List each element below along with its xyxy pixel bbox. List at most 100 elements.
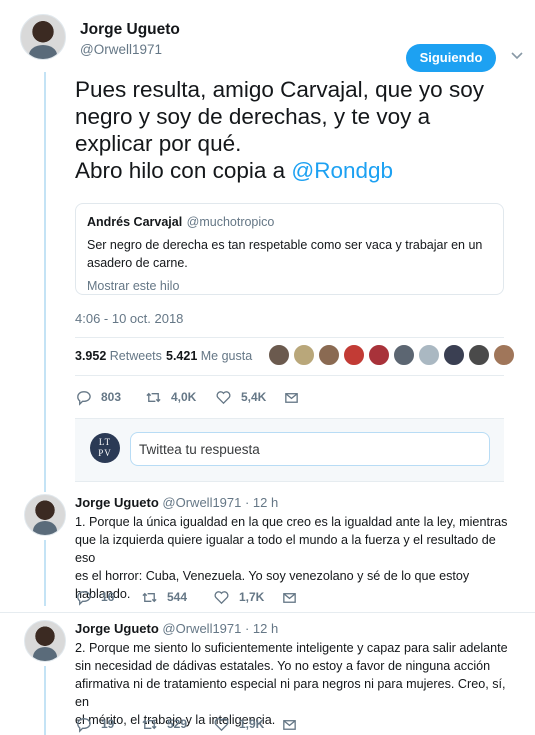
retweet-icon [146,392,161,402]
divider [75,337,504,338]
thread-tweet-line: sin necesidad de dádivas estatales. Yo n… [75,659,491,673]
author-name[interactable]: Jorge Ugueto [75,495,159,510]
retweets-label: Retweets [109,349,162,363]
reply-icon [77,590,91,606]
quoted-author-handle: @muchotropico [186,215,275,229]
reply-count: 803 [101,390,122,404]
author-name[interactable]: Jorge Ugueto [75,621,159,636]
likes-count: 5.421 [166,349,198,363]
liker-avatar[interactable] [443,344,465,366]
envelope-icon [283,719,296,730]
quoted-tweet-header: Andrés Carvajal @muchotropico [87,213,492,231]
retweet-count: 544 [167,590,188,604]
heart-icon [214,590,229,604]
mention-link[interactable]: @Rondgb [291,158,393,183]
heart-icon [214,717,229,731]
retweet-count: 4,0K [171,390,197,404]
reply-action[interactable]: 16 [75,586,114,608]
reply-count: 19 [101,717,115,731]
thread-tweet-line: que la izquierda quiere igualar a todo e… [75,533,496,565]
retweet-action[interactable]: 544 [141,586,187,608]
reply-composer: LT PV [75,418,504,482]
like-action[interactable]: 1,7K [213,586,264,608]
author-handle[interactable]: @Orwell1971 · 12 h [162,621,278,636]
retweets-stat[interactable]: 3.952 Retweets [75,349,162,363]
envelope-icon [283,592,296,603]
following-button[interactable]: Siguiendo [406,44,496,72]
thread-tweet[interactable]: Jorge Ugueto @Orwell1971 · 12 h 2. Porqu… [0,620,535,735]
liker-avatar[interactable] [468,344,490,366]
envelope-icon [285,392,298,403]
retweet-action[interactable]: 529 [141,713,187,735]
thread-tweet-line: 1. Porque la única igualdad en la que cr… [75,515,508,529]
main-tweet-actions: 803 4,0K 5,4K [75,386,375,408]
thread-connector-line [44,72,46,492]
avatar[interactable] [20,14,66,60]
liker-avatar[interactable] [493,344,515,366]
reply-input[interactable] [130,432,490,466]
show-thread-link[interactable]: Mostrar este hilo [87,279,492,293]
divider [0,612,535,613]
retweet-icon [142,592,157,602]
main-tweet-header: Jorge Ugueto @Orwell1971 Siguiendo [20,14,535,72]
engagement-stats: 3.952 Retweets 5.421 Me gusta [75,341,515,373]
like-count: 1,9K [239,717,265,731]
liker-avatar[interactable] [318,344,340,366]
avatar[interactable] [24,494,66,536]
like-action[interactable]: 5,4K [215,386,266,408]
avatar: LT PV [90,433,120,463]
main-tweet-line-prefix: Abro hilo con copia a [75,158,292,183]
thread-tweet-actions: 16 544 1,7K [75,586,375,608]
quoted-tweet-text: Ser negro de derecha es tan respetable c… [87,238,483,270]
divider [75,375,504,376]
author-handle[interactable]: @Orwell1971 · 12 h [162,495,278,510]
quoted-tweet[interactable]: Andrés Carvajal @muchotropico Ser negro … [75,203,504,295]
reply-action[interactable]: 19 [75,713,114,735]
reply-icon [77,717,91,733]
liker-avatar[interactable] [343,344,365,366]
retweet-icon [142,719,157,729]
quoted-author-name: Andrés Carvajal [87,215,183,229]
thread-tweet-actions: 19 529 1,9K [75,713,375,735]
thread-tweet-line: es el horror: Cuba, Venezuela. Yo soy ve… [75,569,470,583]
tweet-timestamp[interactable]: 4:06 - 10 oct. 2018 [75,311,183,326]
thread-tweet[interactable]: Jorge Ugueto @Orwell1971 · 12 h 1. Porqu… [0,494,535,614]
avatar[interactable] [24,620,66,662]
like-action[interactable]: 1,9K [213,713,264,735]
direct-message-action[interactable] [281,586,307,608]
author-handle[interactable]: @Orwell1971 [80,42,162,57]
likes-stat[interactable]: 5.421 Me gusta [166,349,252,363]
retweet-count: 529 [167,717,188,731]
likes-label: Me gusta [200,349,253,363]
like-count: 1,7K [239,590,265,604]
like-count: 5,4K [241,390,267,404]
logo-text-bottom: PV [98,448,112,458]
main-tweet-line: Abro hilo con copia a @Rondgb [75,157,525,184]
retweet-action[interactable]: 4,0K [145,386,196,408]
author-name[interactable]: Jorge Ugueto [80,21,180,39]
main-tweet-line: negro y soy de derechas, y te voy a [75,104,431,129]
reply-icon [77,390,91,406]
main-tweet-text: Pues resulta, amigo Carvajal, que yo soy… [75,76,525,184]
liker-avatar[interactable] [393,344,415,366]
thread-connector-line [44,540,46,606]
logo-text-top: LT [98,437,112,447]
thread-connector-line [44,666,46,735]
heart-icon [216,390,231,404]
main-tweet-line: explicar por qué. [75,131,242,156]
liker-avatar[interactable] [418,344,440,366]
thread-tweet-header: Jorge Ugueto @Orwell1971 · 12 h [75,621,278,636]
reply-count: 16 [101,590,115,604]
main-tweet-line: Pues resulta, amigo Carvajal, que yo soy [75,77,484,102]
liker-avatar[interactable] [293,344,315,366]
reply-action[interactable]: 803 [75,386,121,408]
liker-avatar[interactable] [268,344,290,366]
retweets-count: 3.952 [75,349,107,363]
thread-tweet-line: 2. Porque me siento lo suficientemente i… [75,641,508,655]
direct-message-action[interactable] [281,713,307,735]
chevron-down-icon[interactable] [510,48,524,62]
liker-avatar[interactable] [368,344,390,366]
thread-tweet-header: Jorge Ugueto @Orwell1971 · 12 h [75,495,278,510]
direct-message-action[interactable] [283,386,309,408]
thread-tweet-line: afirmativa ni de tratamiento especial ni… [75,677,506,709]
